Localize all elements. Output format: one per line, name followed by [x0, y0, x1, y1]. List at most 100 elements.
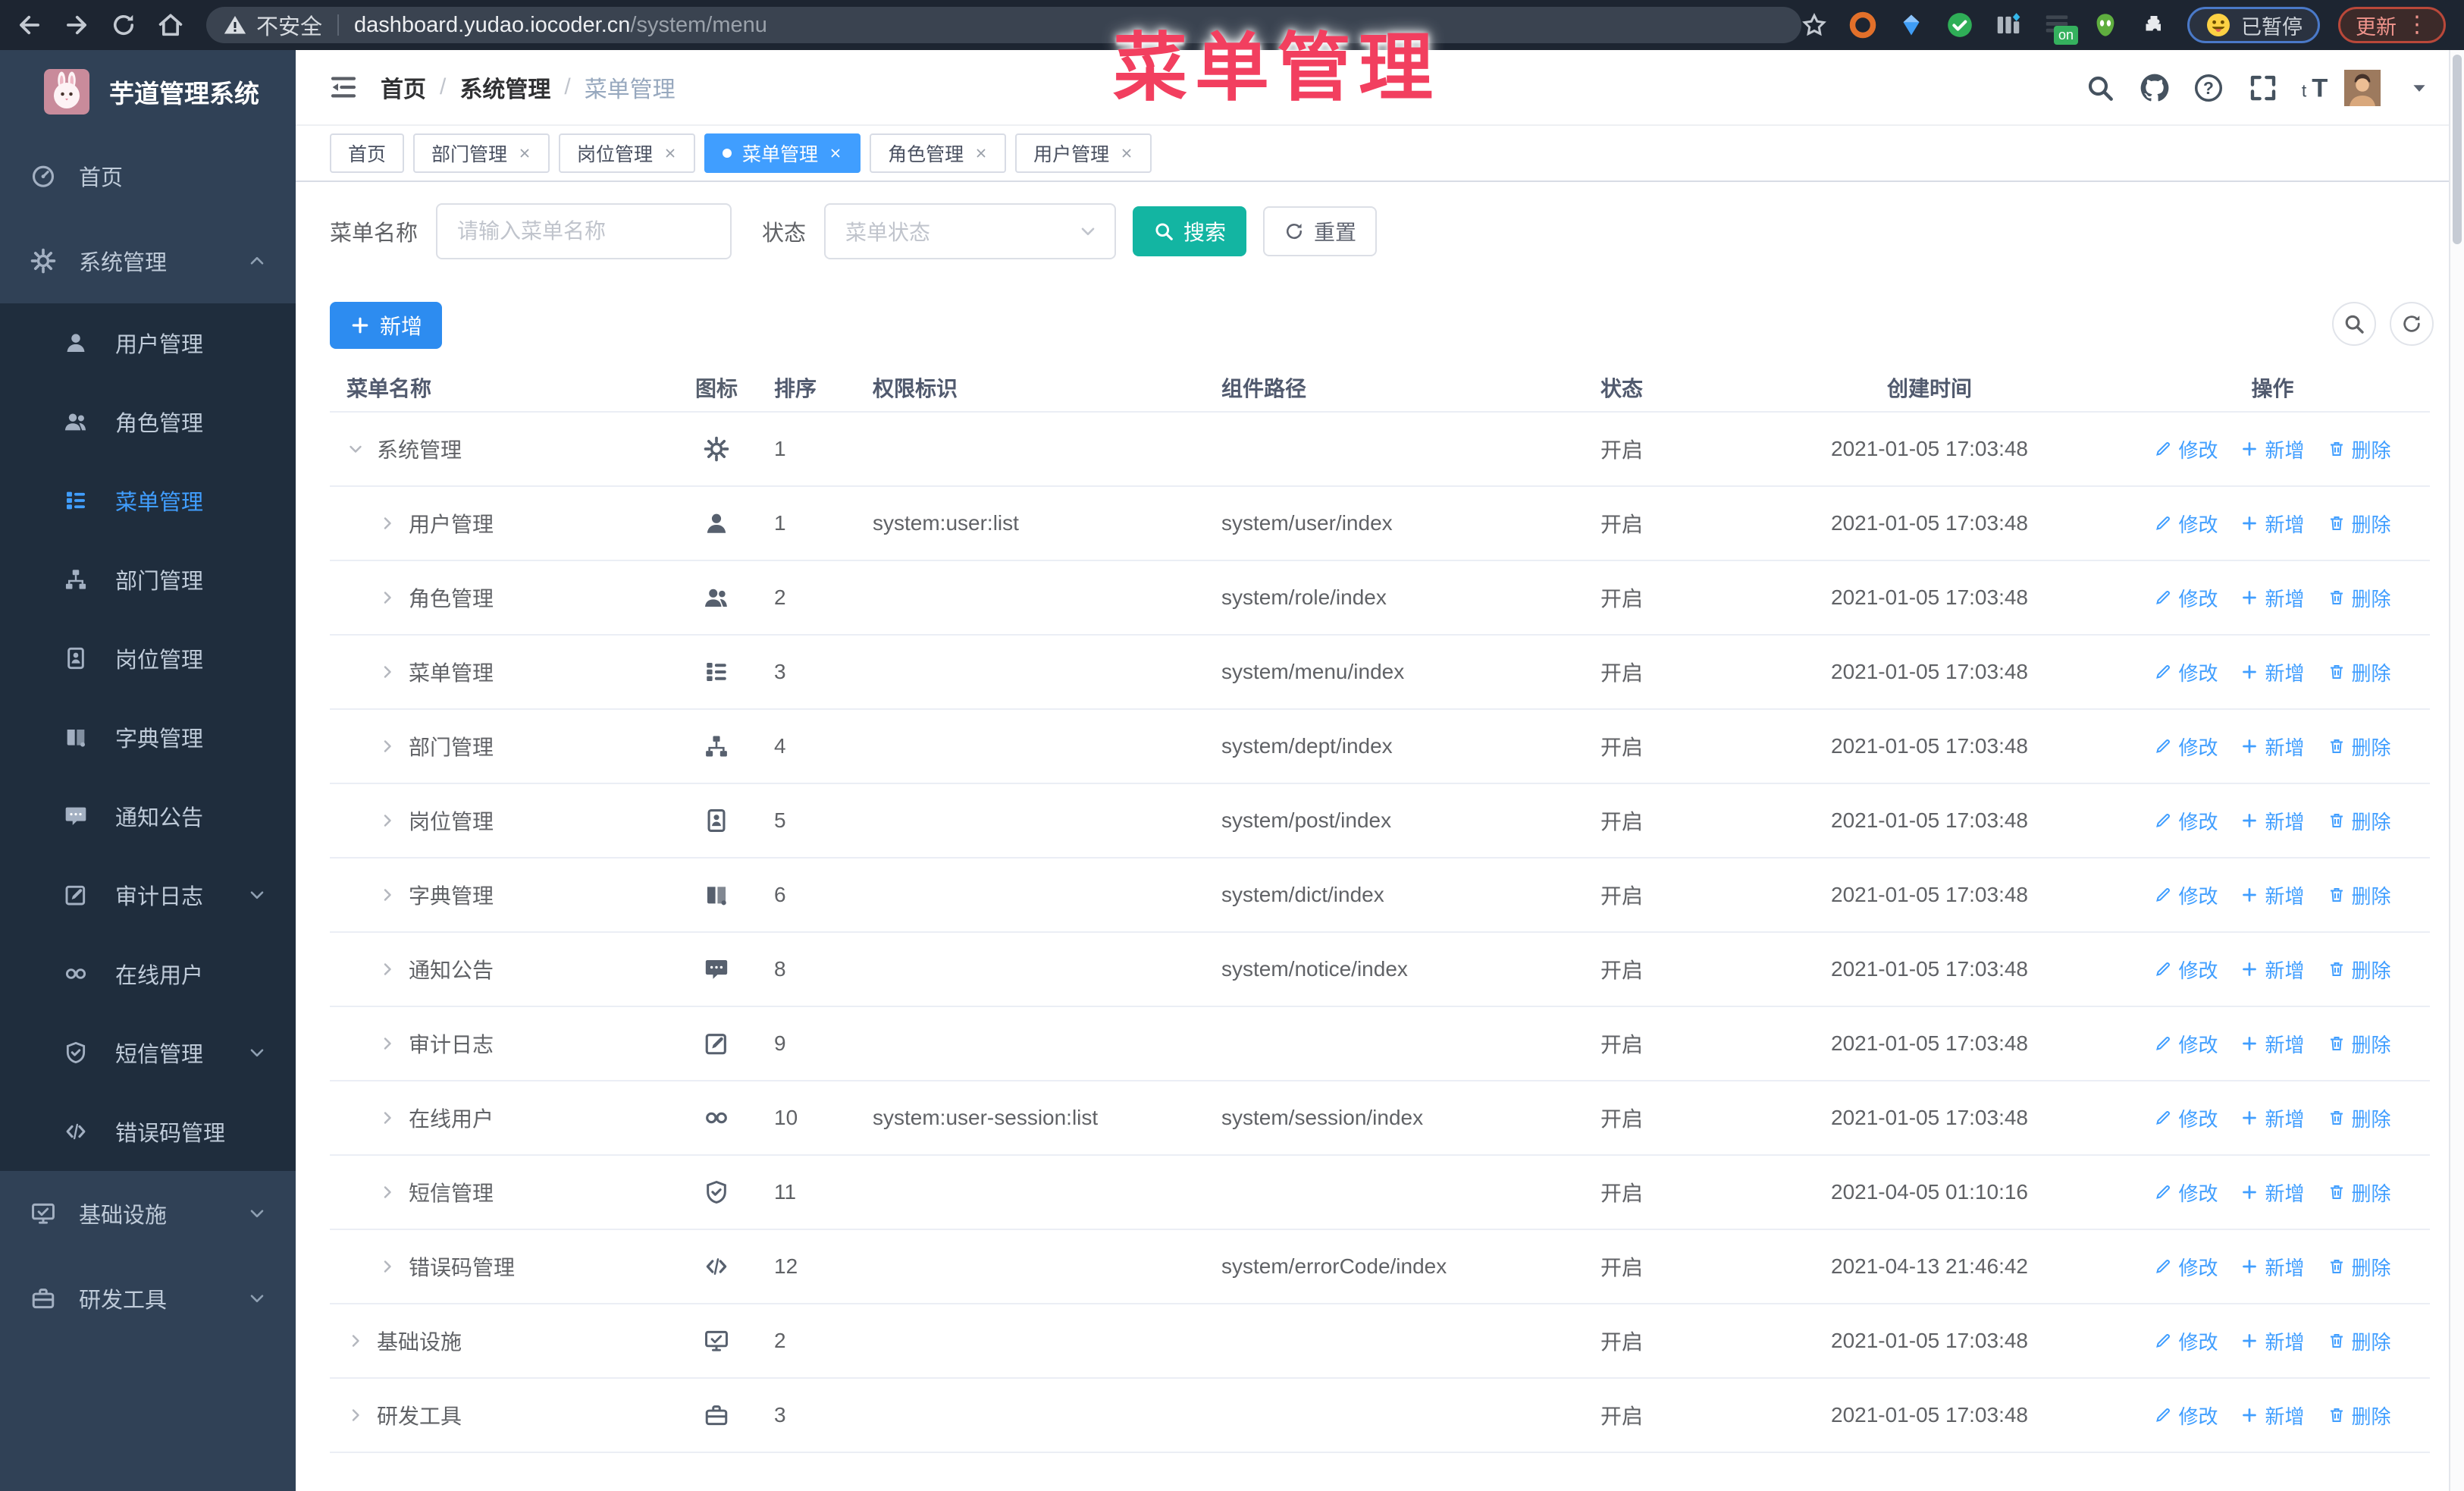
- add-action[interactable]: 新增: [2240, 1402, 2305, 1430]
- toggle-search-button[interactable]: [2332, 302, 2376, 346]
- tab-close-icon[interactable]: [518, 146, 531, 160]
- window-scrollbar[interactable]: [2449, 50, 2464, 1491]
- expand-caret[interactable]: [346, 1332, 365, 1350]
- sidebar-collapse-icon[interactable]: [328, 71, 359, 103]
- add-action[interactable]: 新增: [2240, 1030, 2305, 1058]
- edit-action[interactable]: 修改: [2154, 807, 2218, 835]
- tab-close-icon[interactable]: [974, 146, 988, 160]
- add-action[interactable]: 新增: [2240, 956, 2305, 984]
- browser-forward-button[interactable]: [59, 8, 94, 42]
- browser-update-button[interactable]: 更新 ⋮: [2338, 7, 2446, 43]
- refresh-table-button[interactable]: [2390, 302, 2434, 346]
- extension-check-icon[interactable]: [1945, 10, 1975, 40]
- avatar-dropdown-icon[interactable]: [2409, 50, 2429, 126]
- browser-reload-button[interactable]: [106, 8, 141, 42]
- add-action[interactable]: 新增: [2240, 1253, 2305, 1281]
- browser-back-button[interactable]: [12, 8, 47, 42]
- fullscreen-icon[interactable]: [2247, 50, 2279, 126]
- tab-菜单管理[interactable]: 菜单管理: [704, 133, 861, 173]
- tab-部门管理[interactable]: 部门管理: [413, 133, 550, 173]
- edit-action[interactable]: 修改: [2154, 584, 2218, 612]
- add-action[interactable]: 新增: [2240, 881, 2305, 909]
- github-icon[interactable]: [2138, 50, 2171, 126]
- add-action[interactable]: 新增: [2240, 733, 2305, 761]
- user-avatar[interactable]: [2344, 64, 2381, 112]
- expand-caret[interactable]: [378, 960, 397, 978]
- edit-action[interactable]: 修改: [2154, 1179, 2218, 1207]
- bookmark-star-icon[interactable]: [1799, 10, 1829, 40]
- expand-caret[interactable]: [378, 1183, 397, 1201]
- sidebar-item-短信管理[interactable]: 短信管理: [0, 1013, 296, 1092]
- status-select[interactable]: 菜单状态: [824, 203, 1117, 259]
- delete-action[interactable]: 删除: [2328, 1030, 2391, 1058]
- extension-donut-icon[interactable]: [1848, 10, 1878, 40]
- edit-action[interactable]: 修改: [2154, 1327, 2218, 1355]
- font-size-icon[interactable]: [2299, 50, 2334, 126]
- expand-caret[interactable]: [346, 440, 365, 458]
- delete-action[interactable]: 删除: [2328, 1104, 2391, 1132]
- add-action[interactable]: 新增: [2240, 658, 2305, 686]
- delete-action[interactable]: 删除: [2328, 1327, 2391, 1355]
- edit-action[interactable]: 修改: [2154, 435, 2218, 463]
- browser-menu-icon[interactable]: ⋮: [2406, 14, 2428, 36]
- delete-action[interactable]: 删除: [2328, 733, 2391, 761]
- edit-action[interactable]: 修改: [2154, 1030, 2218, 1058]
- add-action[interactable]: 新增: [2240, 807, 2305, 835]
- scrollbar-thumb[interactable]: [2453, 55, 2462, 244]
- edit-action[interactable]: 修改: [2154, 1253, 2218, 1281]
- delete-action[interactable]: 删除: [2328, 881, 2391, 909]
- tab-角色管理[interactable]: 角色管理: [870, 133, 1007, 173]
- extension-bars-icon[interactable]: on: [2042, 10, 2078, 45]
- sidebar-item-菜单管理[interactable]: 菜单管理: [0, 461, 296, 540]
- sidebar-item-系统管理[interactable]: 系统管理: [0, 218, 296, 303]
- delete-action[interactable]: 删除: [2328, 658, 2391, 686]
- expand-caret[interactable]: [378, 589, 397, 607]
- tab-岗位管理[interactable]: 岗位管理: [559, 133, 696, 173]
- edit-action[interactable]: 修改: [2154, 733, 2218, 761]
- browser-home-button[interactable]: [153, 8, 188, 42]
- sidebar-item-字典管理[interactable]: 字典管理: [0, 698, 296, 777]
- app-logo-row[interactable]: 芋道管理系统: [0, 50, 296, 133]
- sidebar-item-岗位管理[interactable]: 岗位管理: [0, 619, 296, 698]
- sidebar-item-研发工具[interactable]: 研发工具: [0, 1256, 296, 1341]
- expand-caret[interactable]: [378, 737, 397, 755]
- edit-action[interactable]: 修改: [2154, 881, 2218, 909]
- expand-caret[interactable]: [378, 663, 397, 681]
- edit-action[interactable]: 修改: [2154, 1104, 2218, 1132]
- delete-action[interactable]: 删除: [2328, 807, 2391, 835]
- sidebar-item-角色管理[interactable]: 角色管理: [0, 382, 296, 461]
- add-button[interactable]: 新增: [330, 302, 442, 349]
- breadcrumb-home[interactable]: 首页: [381, 71, 426, 104]
- add-action[interactable]: 新增: [2240, 584, 2305, 612]
- sidebar-item-部门管理[interactable]: 部门管理: [0, 540, 296, 619]
- sidebar-item-错误码管理[interactable]: 错误码管理: [0, 1092, 296, 1171]
- sidebar-item-通知公告[interactable]: 通知公告: [0, 777, 296, 855]
- breadcrumb-system[interactable]: 系统管理: [459, 71, 550, 104]
- search-button[interactable]: 搜索: [1133, 206, 1247, 256]
- expand-caret[interactable]: [378, 514, 397, 532]
- expand-caret[interactable]: [378, 811, 397, 830]
- delete-action[interactable]: 删除: [2328, 1253, 2391, 1281]
- expand-caret[interactable]: [378, 1034, 397, 1053]
- expand-caret[interactable]: [378, 886, 397, 904]
- tab-close-icon[interactable]: [663, 146, 677, 160]
- sidebar-item-审计日志[interactable]: 审计日志: [0, 855, 296, 934]
- edit-action[interactable]: 修改: [2154, 510, 2218, 538]
- extension-gem-icon[interactable]: [1896, 10, 1926, 40]
- extension-columns-icon[interactable]: [1993, 10, 2024, 40]
- delete-action[interactable]: 删除: [2328, 510, 2391, 538]
- header-search-icon[interactable]: [2085, 50, 2115, 126]
- extension-alien-icon[interactable]: [2090, 10, 2121, 40]
- add-action[interactable]: 新增: [2240, 1104, 2305, 1132]
- tab-close-icon[interactable]: [1120, 146, 1133, 160]
- edit-action[interactable]: 修改: [2154, 1402, 2218, 1430]
- reset-button[interactable]: 重置: [1263, 206, 1378, 256]
- add-action[interactable]: 新增: [2240, 1327, 2305, 1355]
- menu-name-input[interactable]: [436, 203, 732, 259]
- add-action[interactable]: 新增: [2240, 1179, 2305, 1207]
- delete-action[interactable]: 删除: [2328, 1402, 2391, 1430]
- sidebar-item-基础设施[interactable]: 基础设施: [0, 1171, 296, 1256]
- delete-action[interactable]: 删除: [2328, 1179, 2391, 1207]
- delete-action[interactable]: 删除: [2328, 584, 2391, 612]
- add-action[interactable]: 新增: [2240, 435, 2305, 463]
